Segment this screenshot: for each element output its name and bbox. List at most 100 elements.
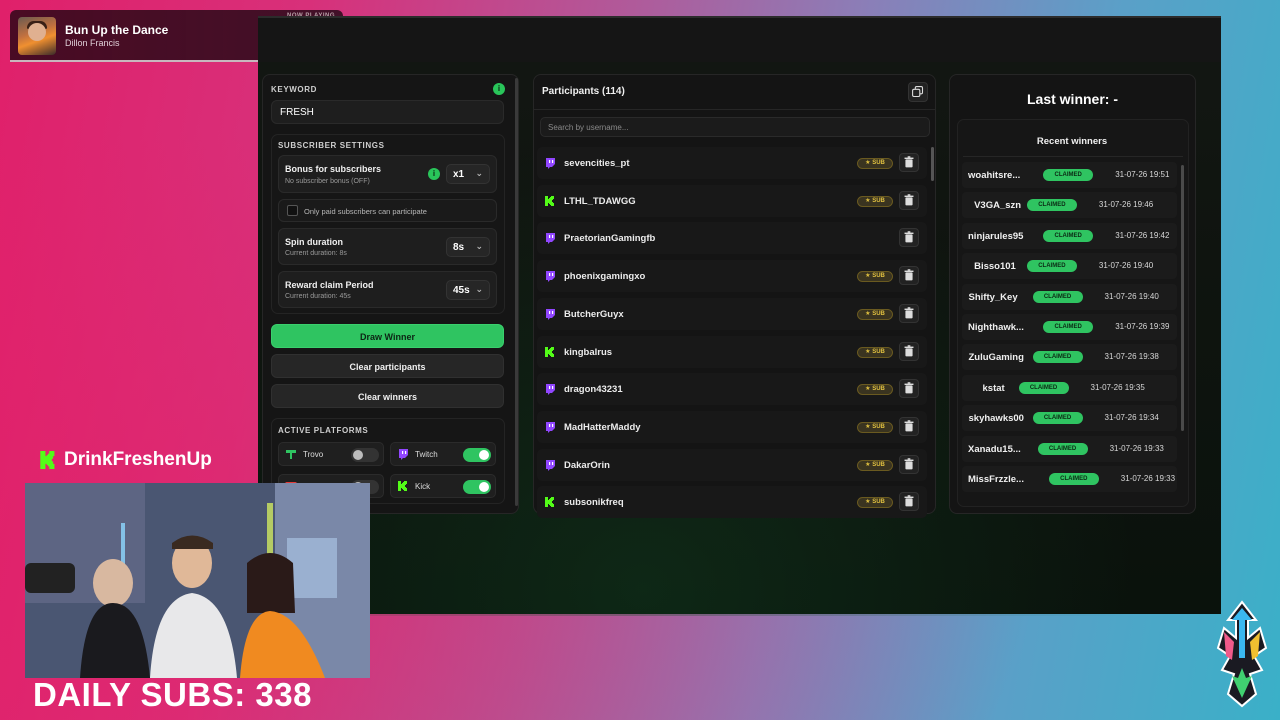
participant-name: ButcherGuyx xyxy=(564,308,624,320)
winners-scrollbar[interactable] xyxy=(1181,165,1184,431)
sub-badge: ★ SUB xyxy=(857,158,893,169)
claimed-badge: CLAIMED xyxy=(1032,351,1083,364)
trash-icon xyxy=(904,269,914,281)
winner-name: MissFrzzle... xyxy=(968,474,1024,485)
bonus-info-icon[interactable]: i xyxy=(428,168,440,180)
draw-winner-button[interactable]: Draw Winner xyxy=(271,324,504,348)
participant-row: subsonikfreq ★ SUB xyxy=(537,486,927,519)
remove-participant-button[interactable] xyxy=(899,153,919,172)
kick-toggle[interactable] xyxy=(463,480,491,494)
spin-duration-select[interactable]: 8s ⌄ xyxy=(446,237,490,257)
winner-row: woahitsre... CLAIMED 31-07-26 19:51 xyxy=(962,162,1177,188)
brand-logo xyxy=(1216,600,1268,708)
sub-badge: ★ SUB xyxy=(857,271,893,283)
claim-period-select[interactable]: 45s ⌄ xyxy=(446,280,490,300)
twitch-toggle[interactable] xyxy=(463,448,491,462)
star-icon: ★ xyxy=(865,386,871,393)
winner-date: 31-07-26 19:38 xyxy=(1104,352,1159,362)
remove-participant-button[interactable] xyxy=(899,266,919,286)
twitch-icon xyxy=(399,449,408,460)
chevron-down-icon: ⌄ xyxy=(475,284,483,294)
remove-participant-button[interactable] xyxy=(899,303,919,323)
trash-icon xyxy=(904,231,914,243)
remove-participant-button[interactable] xyxy=(899,190,919,210)
participant-name: MadHatterMaddy xyxy=(564,421,641,433)
copy-button[interactable] xyxy=(908,82,928,102)
kick-icon xyxy=(40,451,55,469)
settings-scrollbar[interactable] xyxy=(515,78,518,506)
claimed-badge: CLAIMED xyxy=(1026,260,1077,273)
trovo-toggle[interactable] xyxy=(351,448,379,462)
winner-date: 31-07-26 19:33 xyxy=(1109,443,1164,453)
winner-name: woahitsre... xyxy=(968,170,1021,181)
winner-date: 31-07-26 19:40 xyxy=(1104,291,1159,301)
trash-icon xyxy=(904,193,914,206)
webcam-feed xyxy=(25,483,370,678)
winner-name: Nighthawk... xyxy=(968,322,1024,333)
winner-row: skyhawks00 CLAIMED 31-07-26 19:34 xyxy=(962,405,1177,432)
participant-name: phoenixgamingxo xyxy=(564,271,646,283)
star-icon: ★ xyxy=(865,197,871,204)
twitch-icon xyxy=(546,271,555,283)
winner-row: Xanadu15... CLAIMED 31-07-26 19:33 xyxy=(962,435,1177,462)
participant-row: ButcherGuyx ★ SUB xyxy=(537,297,927,330)
winner-name: kstat xyxy=(982,382,1005,394)
kick-icon xyxy=(398,481,407,491)
remove-participant-button[interactable] xyxy=(899,379,919,399)
remove-participant-button[interactable] xyxy=(899,492,919,512)
bonus-multiplier-select[interactable]: x1 ⌄ xyxy=(446,164,490,184)
winner-name: Shifty_Key xyxy=(968,291,1018,303)
kick-icon xyxy=(545,497,554,508)
star-icon: ★ xyxy=(865,461,871,468)
song-artist: Dillon Francis xyxy=(65,38,120,48)
kick-icon xyxy=(545,195,554,206)
participant-name: sevencities_pt xyxy=(564,158,630,169)
active-platforms-label: ACTIVE PLATFORMS xyxy=(278,426,369,435)
claimed-badge: CLAIMED xyxy=(1026,199,1077,212)
participant-row: sevencities_pt ★ SUB xyxy=(537,147,927,179)
trash-icon xyxy=(904,307,914,319)
winner-date: 31-07-26 19:39 xyxy=(1115,322,1170,331)
winner-row: ninjarules95 CLAIMED 31-07-26 19:42 xyxy=(962,222,1177,249)
participant-row: MadHatterMaddy ★ SUB xyxy=(537,410,927,443)
chevron-down-icon: ⌄ xyxy=(475,241,483,251)
winner-row: MissFrzzle... CLAIMED 31-07-26 19:33 xyxy=(962,466,1177,492)
clear-participants-button[interactable]: Clear participants xyxy=(271,354,504,378)
keyword-input[interactable] xyxy=(271,100,504,124)
remove-participant-button[interactable] xyxy=(899,341,919,361)
clear-winners-button[interactable]: Clear winners xyxy=(271,384,504,408)
remove-participant-button[interactable] xyxy=(899,454,919,474)
trash-icon xyxy=(904,420,914,432)
spin-duration-title: Spin duration xyxy=(285,237,343,247)
claimed-badge: CLAIMED xyxy=(1043,229,1094,242)
paid-only-option[interactable]: Only paid subscribers can participate xyxy=(278,199,497,222)
platform-twitch: Twitch xyxy=(390,442,496,466)
claimed-badge: CLAIMED xyxy=(1018,381,1069,394)
sub-badge: ★ SUB xyxy=(857,308,893,320)
participant-name: PraetorianGamingfb xyxy=(564,233,656,245)
remove-participant-button[interactable] xyxy=(899,416,919,436)
claimed-badge: CLAIMED xyxy=(1048,473,1099,485)
winner-name: ZuluGaming xyxy=(968,352,1024,364)
twitch-icon xyxy=(546,233,555,245)
app-header xyxy=(258,18,1221,62)
trash-icon xyxy=(904,156,914,168)
keyword-info-icon[interactable]: i xyxy=(493,83,505,95)
chevron-down-icon: ⌄ xyxy=(475,168,483,178)
remove-participant-button[interactable] xyxy=(899,228,919,248)
star-icon: ★ xyxy=(865,499,871,506)
album-art xyxy=(18,17,56,55)
claim-period-title: Reward claim Period xyxy=(285,280,374,290)
participant-name: subsonikfreq xyxy=(564,497,624,509)
participants-scrollbar[interactable] xyxy=(931,147,934,181)
winner-date: 31-07-26 19:35 xyxy=(1090,382,1145,392)
star-icon: ★ xyxy=(865,423,871,430)
paid-only-checkbox[interactable] xyxy=(287,205,298,216)
spin-duration-subtitle: Current duration: 8s xyxy=(285,250,347,257)
trash-icon xyxy=(904,382,914,394)
claimed-badge: CLAIMED xyxy=(1043,169,1094,181)
participant-search-input[interactable] xyxy=(540,117,930,137)
twitch-icon xyxy=(546,421,555,433)
kick-icon xyxy=(545,346,554,357)
winner-row: V3GA_szn CLAIMED 31-07-26 19:46 xyxy=(962,192,1177,219)
